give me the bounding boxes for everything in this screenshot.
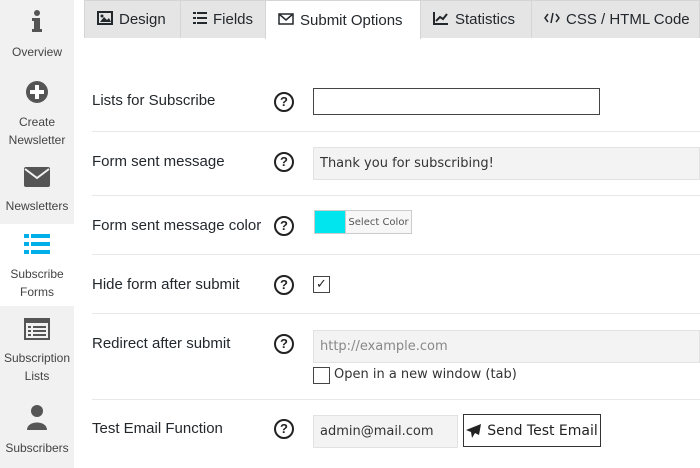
field-label: Lists for Subscribe <box>92 92 216 109</box>
list-icon <box>0 232 74 261</box>
help-icon[interactable]: ? <box>274 152 294 172</box>
field-label: Redirect after submit <box>92 335 231 352</box>
sidebar-item-label: Subscribe Forms <box>10 267 64 299</box>
sidebar: Overview Create Newsletter Newsletters S… <box>0 0 74 468</box>
chart-icon <box>433 11 449 29</box>
sidebar-item-create-newsletter[interactable]: Create Newsletter <box>0 80 74 150</box>
tab-label: Statistics <box>455 11 516 28</box>
tab-label: Fields <box>213 11 254 28</box>
envelope-icon <box>0 166 74 193</box>
lists-input[interactable] <box>313 88 600 115</box>
tab-css-html-code[interactable]: CSS / HTML Code <box>531 0 700 38</box>
plus-circle-icon <box>0 80 74 109</box>
help-icon[interactable]: ? <box>274 419 294 439</box>
tab-label: Design <box>119 11 166 28</box>
tab-label: CSS / HTML Code <box>566 11 690 28</box>
row-redirect-after-submit: Redirect after submit ? http://example.c… <box>92 314 700 400</box>
send-test-email-button[interactable]: Send Test Email <box>463 414 601 447</box>
sidebar-item-subscribe-forms[interactable]: Subscribe Forms <box>0 224 74 306</box>
help-icon[interactable]: ? <box>274 92 294 112</box>
open-new-window-label: Open in a new window (tab) <box>334 367 517 382</box>
sidebar-item-label: Overview <box>11 45 62 59</box>
sidebar-item-subscribers[interactable]: Subscribers <box>0 404 74 458</box>
field-label: Form sent message color <box>92 217 262 234</box>
color-picker[interactable]: Select Color <box>314 210 412 234</box>
code-icon <box>544 11 560 28</box>
tab-bar: Design Fields Submit Options Statistics … <box>84 0 700 39</box>
row-test-email-function: Test Email Function ? admin@mail.com Sen… <box>92 400 700 460</box>
redirect-url-placeholder: http://example.com <box>320 339 448 354</box>
field-label: Hide form after submit <box>92 276 240 293</box>
field-label: Form sent message <box>92 153 225 170</box>
tab-design[interactable]: Design <box>84 0 181 38</box>
sidebar-item-label: Create Newsletter <box>8 115 66 147</box>
row-hide-form-after-submit: Hide form after submit ? ✓ <box>92 255 700 314</box>
list-box-icon <box>0 318 74 345</box>
tab-submit-options[interactable]: Submit Options <box>265 0 421 39</box>
open-new-window-checkbox[interactable] <box>313 367 330 384</box>
sidebar-item-label: Subscription Lists <box>3 351 71 383</box>
row-form-sent-message: Form sent message ? Thank you for subscr… <box>92 132 700 196</box>
hide-form-checkbox[interactable]: ✓ <box>313 276 330 293</box>
row-form-sent-message-color: Form sent message color ? Select Color <box>92 196 700 255</box>
redirect-url-input[interactable]: http://example.com <box>313 330 700 363</box>
row-lists-for-subscribe: Lists for Subscribe ? <box>92 70 700 132</box>
field-label: Test Email Function <box>92 420 223 437</box>
send-icon <box>466 423 482 438</box>
sent-message-input[interactable]: Thank you for subscribing! <box>313 147 700 180</box>
color-swatch[interactable] <box>315 211 345 233</box>
tab-statistics[interactable]: Statistics <box>420 0 532 38</box>
user-icon <box>0 404 74 435</box>
info-icon <box>0 8 74 39</box>
help-icon[interactable]: ? <box>274 334 294 354</box>
list-icon <box>193 11 207 28</box>
sidebar-item-subscription-lists[interactable]: Subscription Lists <box>0 318 74 388</box>
envelope-icon <box>278 12 294 29</box>
sidebar-item-overview[interactable]: Overview <box>0 8 74 66</box>
test-email-input[interactable]: admin@mail.com <box>313 415 458 448</box>
help-icon[interactable]: ? <box>274 275 294 295</box>
tab-label: Submit Options <box>300 11 403 29</box>
send-test-email-label: Send Test Email <box>487 422 598 439</box>
sidebar-item-label: Newsletters <box>5 199 69 213</box>
select-color-button[interactable]: Select Color <box>345 211 411 233</box>
image-icon <box>97 10 113 29</box>
help-icon[interactable]: ? <box>274 216 294 236</box>
sidebar-item-newsletters[interactable]: Newsletters <box>0 166 74 218</box>
sidebar-item-label: Subscribers <box>5 441 69 455</box>
tab-fields[interactable]: Fields <box>180 0 266 38</box>
